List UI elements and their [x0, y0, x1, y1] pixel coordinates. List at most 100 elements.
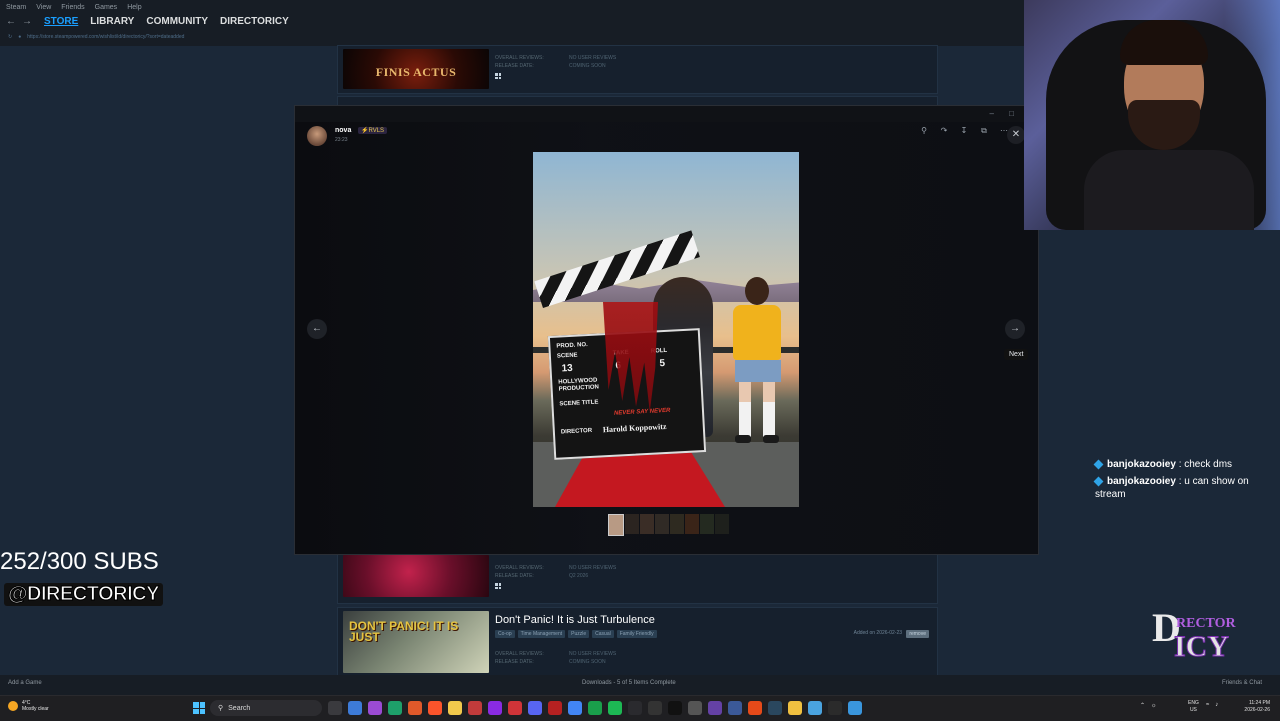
- app-icon[interactable]: [848, 701, 862, 715]
- tag[interactable]: Time Management: [517, 630, 566, 638]
- sub-goal: 252/300 SUBS: [0, 548, 159, 575]
- release-date-label: RELEASE DATE:: [495, 63, 534, 69]
- thumbnail[interactable]: [608, 514, 624, 536]
- chevron-up-icon[interactable]: ⌃: [1140, 702, 1145, 709]
- system-tray: ⌃ ☼: [1140, 702, 1157, 710]
- minimize-icon[interactable]: –: [990, 109, 994, 118]
- spotify-icon[interactable]: [608, 701, 622, 715]
- steam-menu-bar: Steam View Friends Games Help: [6, 4, 142, 11]
- avatar[interactable]: [307, 126, 327, 146]
- release-date-value: COMING SOON: [569, 63, 606, 69]
- network-icon[interactable]: ☼: [1151, 703, 1157, 709]
- tab-community[interactable]: COMMUNITY: [146, 16, 208, 27]
- app-icon[interactable]: [788, 701, 802, 715]
- wishlist-row[interactable]: DON'T PANIC! IT IS JUST Don't Panic! It …: [337, 607, 938, 677]
- tab-library[interactable]: LIBRARY: [90, 16, 134, 27]
- refresh-icon[interactable]: ↻: [8, 34, 12, 40]
- thumbnail[interactable]: [640, 514, 654, 534]
- app-icon[interactable]: [488, 701, 502, 715]
- app-icon[interactable]: [808, 701, 822, 715]
- badge-icon: [1093, 459, 1104, 470]
- chrome-icon[interactable]: [568, 701, 582, 715]
- thumbnail[interactable]: [655, 514, 669, 534]
- overall-reviews-label: OVERALL REVIEWS:: [495, 565, 544, 571]
- chat-message: banjokazooiey : u can show on stream: [1093, 476, 1249, 500]
- app-icon[interactable]: [628, 701, 642, 715]
- file-explorer-icon[interactable]: [448, 701, 462, 715]
- app-icon[interactable]: [748, 701, 762, 715]
- weather-widget[interactable]: 4°C Mostly clear: [8, 700, 49, 712]
- app-icon[interactable]: [368, 701, 382, 715]
- edge-icon[interactable]: [388, 701, 402, 715]
- wishlist-row[interactable]: OVERALL REVIEWS: RELEASE DATE: NO USER R…: [337, 554, 938, 604]
- menu-games[interactable]: Games: [95, 4, 118, 11]
- viewed-photo[interactable]: PROD. NO. SCENE 13 TAKE ROLL 6 5 HOLLYWO…: [533, 152, 799, 507]
- url-text[interactable]: https://store.steampowered.com/wishlist/…: [27, 34, 184, 40]
- brave-icon[interactable]: [428, 701, 442, 715]
- back-arrow-icon[interactable]: ←: [6, 16, 16, 27]
- app-icon[interactable]: [588, 701, 602, 715]
- game-capsule-image[interactable]: FINIS ACTUS: [343, 49, 489, 89]
- menu-steam[interactable]: Steam: [6, 4, 26, 11]
- previous-image-button[interactable]: ←: [307, 319, 327, 339]
- app-icon[interactable]: [468, 701, 482, 715]
- taskbar-clock[interactable]: 11:24 PM 2026-02-26: [1244, 700, 1270, 714]
- app-icon[interactable]: [508, 701, 522, 715]
- app-icon[interactable]: [348, 701, 362, 715]
- thumbnail[interactable]: [685, 514, 699, 534]
- app-icon[interactable]: [828, 701, 842, 715]
- tab-profile[interactable]: DIRECTORICY: [220, 16, 289, 27]
- search-icon: ⚲: [218, 705, 224, 712]
- game-capsule-image[interactable]: [343, 555, 489, 597]
- app-icon[interactable]: [648, 701, 662, 715]
- system-tray-right: ≈ ♪: [1206, 702, 1218, 708]
- steam-icon[interactable]: [768, 701, 782, 715]
- maximize-icon[interactable]: □: [1009, 109, 1014, 118]
- wishlist-row[interactable]: FINIS ACTUS OVERALL REVIEWS: RELEASE DAT…: [337, 45, 938, 94]
- menu-view[interactable]: View: [36, 4, 51, 11]
- game-capsule-image[interactable]: DON'T PANIC! IT IS JUST: [343, 611, 489, 673]
- volume-icon[interactable]: ♪: [1215, 702, 1218, 708]
- firefox-icon[interactable]: [408, 701, 422, 715]
- language-indicator[interactable]: ENG US: [1188, 700, 1199, 714]
- friends-chat-button[interactable]: Friends & Chat: [1222, 680, 1262, 686]
- forward-arrow-icon[interactable]: →: [22, 16, 32, 27]
- remove-button[interactable]: remove: [906, 630, 929, 638]
- downloads-status[interactable]: Downloads - 5 of 5 Items Complete: [582, 680, 676, 686]
- zoom-icon[interactable]: ⚲: [918, 126, 930, 136]
- twitch-icon[interactable]: [708, 701, 722, 715]
- wifi-icon[interactable]: ≈: [1206, 702, 1209, 708]
- task-view-icon[interactable]: [328, 701, 342, 715]
- taskbar-search[interactable]: ⚲ Search: [210, 700, 322, 716]
- moon-icon: [8, 701, 18, 711]
- add-game-button[interactable]: Add a Game: [8, 680, 42, 686]
- open-external-icon[interactable]: ⧉: [978, 126, 990, 136]
- tag[interactable]: Casual: [592, 630, 614, 638]
- sender-name[interactable]: nova: [335, 127, 351, 134]
- tag[interactable]: Family Friendly: [616, 630, 657, 638]
- thumbnail[interactable]: [625, 514, 639, 534]
- app-icon[interactable]: [728, 701, 742, 715]
- forward-icon[interactable]: ↷: [938, 126, 950, 136]
- close-icon[interactable]: ✕: [1007, 126, 1025, 144]
- thumbnail[interactable]: [715, 514, 729, 534]
- start-button[interactable]: [193, 702, 205, 714]
- tab-store[interactable]: STORE: [44, 16, 78, 27]
- app-icon[interactable]: [668, 701, 682, 715]
- tag[interactable]: Co-op: [495, 630, 515, 638]
- sender-badge: ⚡RVLS: [358, 127, 388, 134]
- menu-help[interactable]: Help: [127, 4, 141, 11]
- next-image-button[interactable]: →: [1005, 319, 1025, 339]
- tag[interactable]: Puzzle: [568, 630, 590, 638]
- steam-status-bar: Add a Game Downloads - 5 of 5 Items Comp…: [0, 675, 1280, 695]
- game-title[interactable]: Don't Panic! It is Just Turbulence: [495, 614, 655, 626]
- thumbnail[interactable]: [670, 514, 684, 534]
- obs-icon[interactable]: [688, 701, 702, 715]
- thumbnail[interactable]: [700, 514, 714, 534]
- photo-person: [723, 277, 793, 447]
- overall-reviews-value: NO USER REVIEWS: [569, 651, 617, 657]
- app-icon[interactable]: [548, 701, 562, 715]
- download-icon[interactable]: ↧: [958, 126, 970, 136]
- discord-icon[interactable]: [528, 701, 542, 715]
- menu-friends[interactable]: Friends: [61, 4, 84, 11]
